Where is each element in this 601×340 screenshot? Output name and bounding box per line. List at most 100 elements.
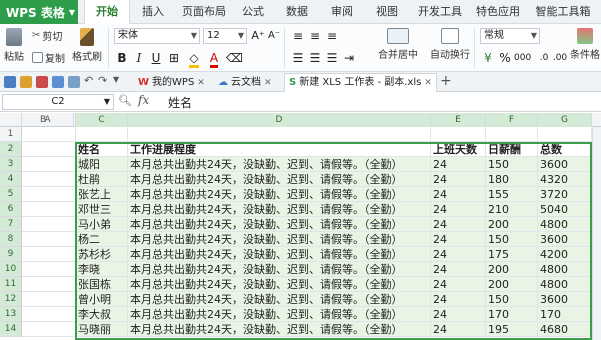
tab-developer[interactable]: 开发工具 [412, 0, 468, 24]
table-cell[interactable]: 175 [486, 247, 538, 262]
tab-page-layout[interactable]: 页面布局 [176, 0, 232, 24]
undo-icon[interactable]: ↶ [84, 74, 93, 87]
cell[interactable] [22, 247, 76, 262]
row-header[interactable]: 14 [0, 322, 22, 337]
row-header[interactable]: 2 [0, 142, 22, 157]
table-cell[interactable]: 邓世三 [76, 202, 128, 217]
print-preview-icon[interactable] [68, 76, 80, 88]
close-icon[interactable]: ✕ [424, 74, 432, 92]
row-header[interactable]: 9 [0, 247, 22, 262]
tab-formulas[interactable]: 公式 [236, 0, 270, 24]
tab-data[interactable]: 数据 [280, 0, 314, 24]
align-right-icon[interactable]: ☰ [324, 50, 340, 66]
cell[interactable] [22, 322, 76, 337]
header-cell[interactable]: 日薪酬 [486, 142, 538, 157]
row-header[interactable]: 6 [0, 202, 22, 217]
cell[interactable] [22, 202, 76, 217]
align-bottom-icon[interactable]: ≡ [324, 28, 340, 44]
column-header-c[interactable]: C [76, 113, 128, 127]
merge-center-button[interactable]: 合并居中 [378, 28, 418, 61]
cell[interactable] [128, 127, 431, 142]
row-header[interactable]: 12 [0, 292, 22, 307]
table-cell[interactable]: 4800 [538, 262, 592, 277]
column-header-d[interactable]: D [128, 113, 431, 127]
cell[interactable] [486, 127, 538, 142]
table-cell[interactable]: 24 [431, 157, 486, 172]
paste-button[interactable]: 粘贴 [4, 28, 24, 63]
table-cell[interactable]: 本月总共出勤共24天，没缺勤、迟到、请假等。（全勤） [128, 232, 431, 247]
table-cell[interactable]: 本月总共出勤共24天，没缺勤、迟到、请假等。（全勤） [128, 262, 431, 277]
table-cell[interactable]: 170 [538, 307, 592, 322]
table-cell[interactable]: 24 [431, 277, 486, 292]
tab-insert[interactable]: 插入 [136, 0, 170, 24]
row-header[interactable]: 7 [0, 217, 22, 232]
close-icon[interactable]: ✕ [197, 74, 205, 92]
number-format-select[interactable]: 常规 ▼ [480, 28, 540, 44]
table-cell[interactable]: 24 [431, 292, 486, 307]
underline-icon[interactable]: U [148, 50, 164, 66]
row-header[interactable]: 4 [0, 172, 22, 187]
select-all-corner[interactable] [0, 113, 22, 127]
table-cell[interactable]: 曾小明 [76, 292, 128, 307]
table-cell[interactable]: 24 [431, 322, 486, 337]
table-cell[interactable]: 155 [486, 187, 538, 202]
tab-smart-tools[interactable]: 智能工具箱 [528, 0, 598, 24]
table-cell[interactable]: 24 [431, 247, 486, 262]
tab-view[interactable]: 视图 [370, 0, 404, 24]
table-cell[interactable]: 本月总共出勤共24天，没缺勤、迟到、请假等。（全勤） [128, 307, 431, 322]
row-header[interactable]: 10 [0, 262, 22, 277]
table-cell[interactable]: 4800 [538, 217, 592, 232]
doc-tab-active-file[interactable]: S 新建 XLS 工作表 - 副本.xls ✕ [284, 73, 437, 92]
name-box[interactable]: C2 ▼ [2, 94, 114, 110]
table-cell[interactable]: 24 [431, 307, 486, 322]
column-header-g[interactable]: G [538, 113, 592, 127]
grow-font-icon[interactable]: A⁺ [250, 28, 266, 44]
new-file-icon[interactable] [4, 76, 16, 88]
conditional-format-button[interactable]: 条件格 [570, 28, 600, 61]
app-menu-button[interactable]: WPS 表格 ▼ [0, 0, 78, 24]
cell[interactable] [22, 277, 76, 292]
table-cell[interactable]: 24 [431, 202, 486, 217]
table-cell[interactable]: 150 [486, 292, 538, 307]
table-cell[interactable]: 李晓 [76, 262, 128, 277]
chevron-down-icon[interactable]: ▼ [113, 75, 119, 84]
tab-features[interactable]: 特色应用 [470, 0, 526, 24]
save-icon[interactable] [52, 76, 64, 88]
doc-tab-cloud[interactable]: ☁ 云文档 ✕ [214, 73, 276, 92]
table-cell[interactable]: 本月总共出勤共24天，没缺勤、迟到、请假等。（全勤） [128, 217, 431, 232]
print-icon[interactable] [36, 76, 48, 88]
decrease-decimal-icon[interactable]: .00 [552, 50, 568, 66]
cell[interactable] [22, 157, 76, 172]
table-cell[interactable]: 本月总共出勤共24天，没缺勤、迟到、请假等。（全勤） [128, 292, 431, 307]
cell[interactable] [22, 217, 76, 232]
new-tab-icon[interactable]: + [440, 73, 452, 89]
column-header-a[interactable]: A [22, 113, 74, 127]
table-cell[interactable]: 200 [486, 277, 538, 292]
table-cell[interactable]: 本月总共出勤共24天，没缺勤、迟到、请假等。（全勤） [128, 247, 431, 262]
cell[interactable] [22, 232, 76, 247]
row-header[interactable]: 3 [0, 157, 22, 172]
column-header-b[interactable]: B [40, 113, 46, 127]
row-header[interactable]: 13 [0, 307, 22, 322]
tab-review[interactable]: 审阅 [325, 0, 359, 24]
cell[interactable] [22, 262, 76, 277]
close-icon[interactable]: ✕ [264, 74, 272, 92]
cell[interactable] [76, 127, 128, 142]
table-cell[interactable]: 195 [486, 322, 538, 337]
table-cell[interactable]: 3720 [538, 187, 592, 202]
table-cell[interactable]: 24 [431, 232, 486, 247]
align-left-icon[interactable]: ☰ [290, 50, 306, 66]
table-cell[interactable]: 本月总共出勤共24天，没缺勤、迟到、请假等。（全勤） [128, 277, 431, 292]
table-cell[interactable]: 本月总共出勤共24天，没缺勤、迟到、请假等。（全勤） [128, 202, 431, 217]
cell[interactable] [22, 292, 76, 307]
function-icon[interactable]: fx [138, 93, 149, 107]
table-cell[interactable]: 4800 [538, 277, 592, 292]
header-cell[interactable]: 工作进展程度 [128, 142, 431, 157]
table-cell[interactable]: 杜鹃 [76, 172, 128, 187]
clear-format-icon[interactable]: ⌫ [226, 50, 243, 66]
header-cell[interactable]: 上班天数 [431, 142, 486, 157]
doc-tab-my-wps[interactable]: W 我的WPS ✕ [134, 73, 209, 92]
table-cell[interactable]: 杨二 [76, 232, 128, 247]
percent-icon[interactable]: % [497, 50, 513, 66]
table-cell[interactable]: 本月总共出勤共24天，没缺勤、迟到、请假等。（全勤） [128, 172, 431, 187]
